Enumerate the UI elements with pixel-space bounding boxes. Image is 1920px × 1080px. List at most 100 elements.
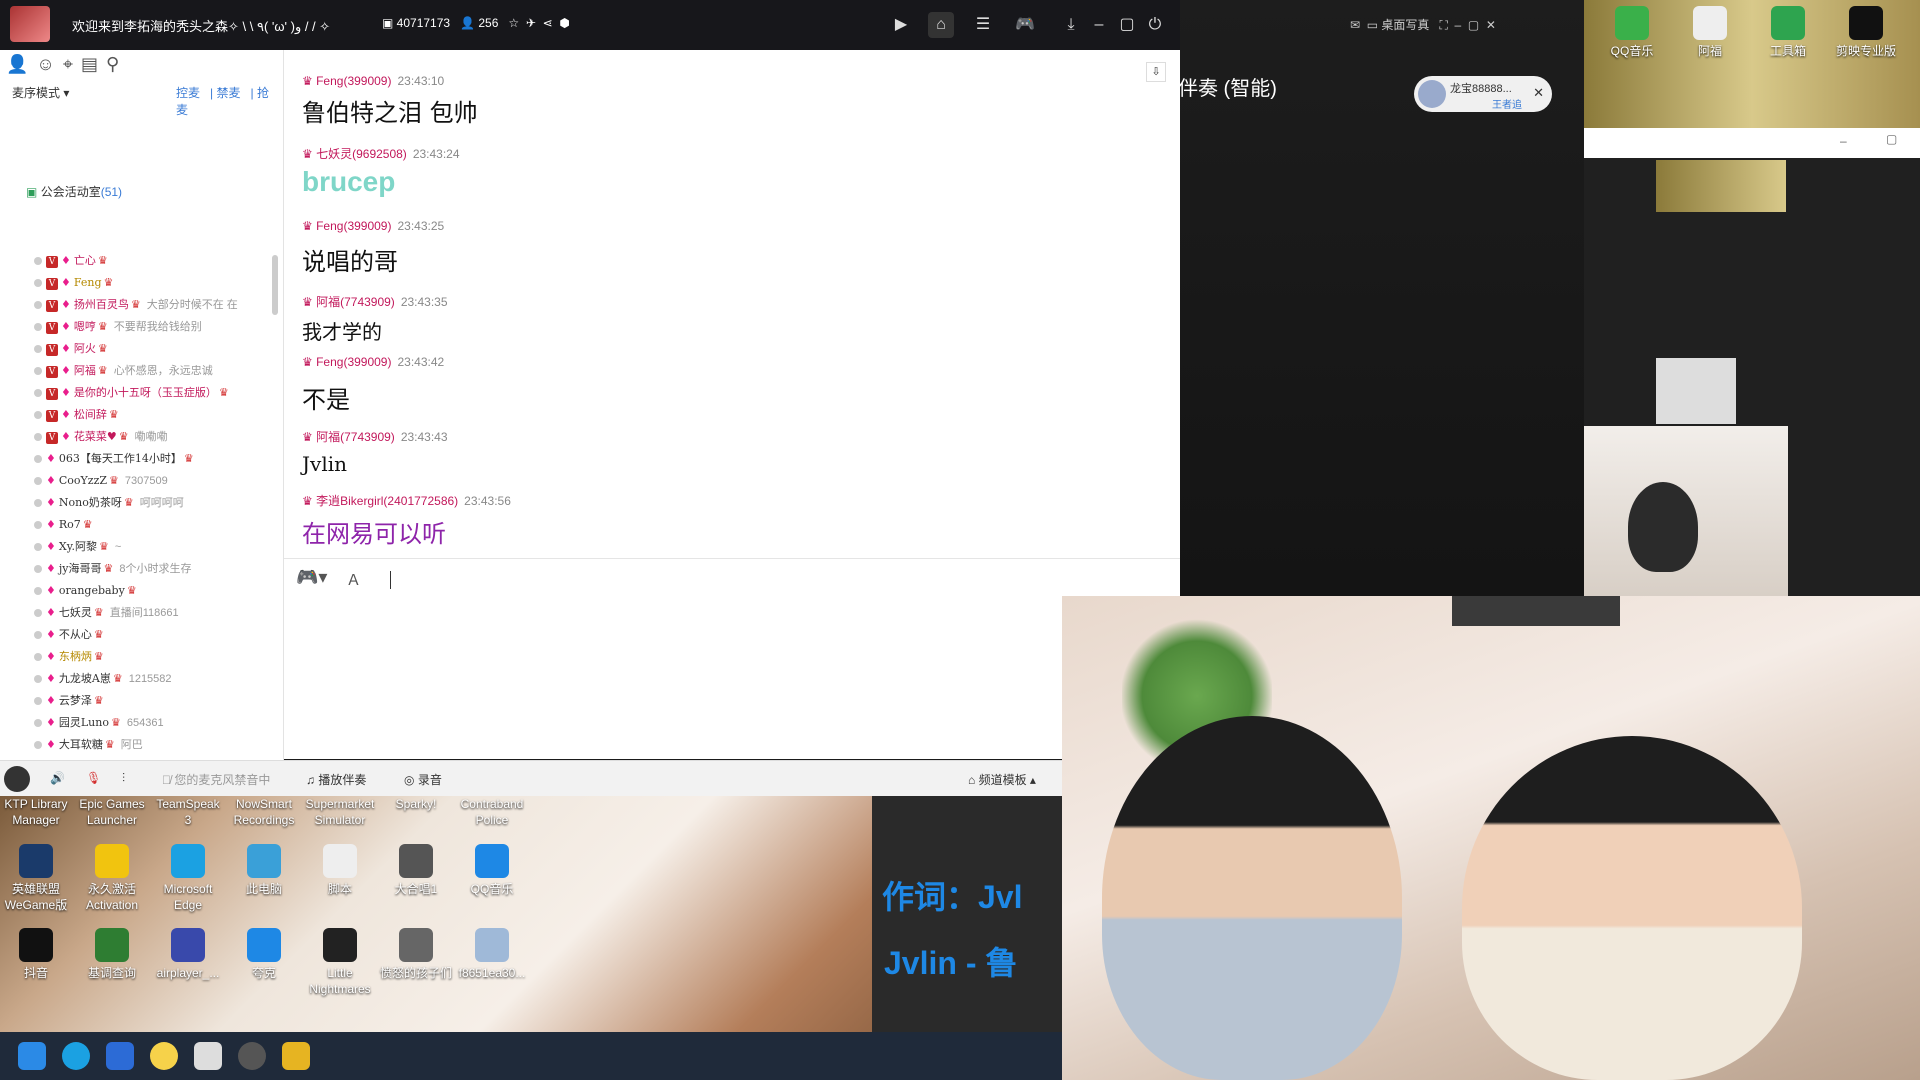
desktop-shortcut[interactable]: 脚本 [304,844,376,897]
member-row[interactable]: V ♦ 花菜菜♥ ♛ 嘞嘞嘞 [34,427,168,447]
location-icon[interactable]: ⌖ [63,54,81,74]
play-accompany-button[interactable]: ♫ 播放伴奏 [306,771,366,788]
kugou-icon[interactable] [106,1042,134,1070]
chat-username[interactable]: Feng(399009) [316,219,391,233]
chat-username[interactable]: 李逍Bikergirl(2401772586) [316,494,458,508]
member-row[interactable]: ♦ 大耳软糖 ♛ 阿巴 [34,735,143,755]
desktop-shortcut[interactable]: airplayer_... [152,928,224,981]
chat-username[interactable]: 七妖灵(9692508) [316,147,407,161]
member-row[interactable]: V ♦ 是你的小十五呀（玉玉症版） ♛ [34,383,235,403]
yy-icon[interactable] [282,1042,310,1070]
user-icon[interactable]: 👤 [6,54,36,74]
member-row[interactable]: ♦ Xy.阿黎 ♛ ~ [34,537,121,557]
member-row[interactable]: ♦ 七妖灵 ♛ 直播间118661 [34,603,179,623]
fullscreen-icon[interactable]: ⛶ [1439,18,1447,32]
chat-icon[interactable]: ☺ [36,54,62,74]
home-icon[interactable]: ⌂ [928,12,954,38]
obs-icon[interactable] [238,1042,266,1070]
member-row[interactable]: ♦ Ro7 ♛ [34,515,99,535]
mic-muted-icon[interactable]: 🎙 [86,771,101,785]
member-row[interactable]: V ♦ 亡心 ♛ [34,251,114,271]
maximize-icon[interactable]: ▢ [1114,12,1140,38]
shield-icon[interactable]: ⬢ [559,16,569,30]
avatar[interactable] [4,766,30,792]
minimize-icon[interactable]: – [1840,134,1847,148]
desktop-shortcut[interactable]: 抖音 [0,928,72,981]
desktop-shortcut[interactable]: TeamSpeak 3 [152,796,224,828]
desktop-record-label[interactable]: 桌面写真 [1381,18,1429,32]
lyrics-window[interactable]: 作词：Jvl Jvlin - 鲁 [872,796,1062,1032]
notes-icon[interactable]: ▤ [81,54,106,74]
member-row[interactable]: V ♦ 阿福 ♛ 心怀感恩，永远忠诚 [34,361,213,381]
desktop-shortcut[interactable]: 夸克 [228,928,300,981]
ban-mic-link[interactable]: 禁麦 [216,86,240,100]
share-icon[interactable]: ⋖ [543,16,553,30]
desktop-shortcut[interactable]: 永久激活 Activation [76,844,148,913]
close-icon[interactable]: ✕ [1486,18,1496,32]
minimize-icon[interactable]: – [1455,18,1462,32]
steam-icon[interactable] [194,1042,222,1070]
maximize-icon[interactable]: ▢ [1886,132,1897,146]
minimize-icon[interactable]: – [1086,12,1112,38]
emoji-icon[interactable]: 🎮▾ [296,567,327,588]
search-icon[interactable]: ⚲ [106,54,127,74]
scroll-down-icon[interactable]: ⇩ [1146,62,1166,82]
channel-template-button[interactable]: ⌂ 频道模板 ▴ [968,771,1036,788]
member-row[interactable]: ♦ 九龙坡A崽 ♛ 1215582 [34,669,172,689]
chat-username[interactable]: 阿福(7743909) [316,295,395,309]
edge-icon[interactable] [62,1042,90,1070]
member-row[interactable]: ♦ Nono奶茶呀 ♛ 呵呵呵呵 [34,493,184,513]
record-button[interactable]: ◎ 录音 [404,771,442,788]
chat-input-area[interactable]: 🎮▾ Ａ ↵ [284,558,1180,759]
desktop-shortcut[interactable]: 英雄联盟WeGame版 [0,844,72,913]
maximize-icon[interactable]: ▢ [1468,18,1479,32]
desktop-shortcut[interactable]: KTP Library Manager [0,796,72,828]
app-icon[interactable] [150,1042,178,1070]
desktop-shortcut[interactable]: Sparky! [380,796,452,812]
user-popup[interactable]: 龙宝88888... 王者追 ✕ [1414,76,1552,112]
scrollbar[interactable] [272,255,278,315]
desktop-shortcut[interactable]: Microsoft Edge [152,844,224,913]
chat-username[interactable]: Feng(399009) [316,355,391,369]
member-row[interactable]: ♦ orangebaby ♛ [34,581,143,601]
desktop-shortcut[interactable]: Contraband Police [456,796,528,828]
control-mic-link[interactable]: 控麦 [176,86,200,100]
desktop-shortcut[interactable]: 阿福 [1674,6,1746,59]
power-icon[interactable]: ⏻ [1142,12,1168,38]
desktop-shortcut[interactable]: 工具箱 [1752,6,1824,59]
chat-username[interactable]: Feng(399009) [316,74,391,88]
desktop-shortcut[interactable]: QQ音乐 [456,844,528,897]
member-row[interactable]: ♦ 园灵Luno ♛ 654361 [34,713,164,733]
desktop-shortcut[interactable]: Little Nightmares [304,928,376,997]
chat-username[interactable]: 阿福(7743909) [316,430,395,444]
desktop-shortcut[interactable]: Supermarket Simulator [304,796,376,828]
desktop-shortcut[interactable]: 愤怒的孩子们 [380,928,452,981]
channel-header[interactable]: ▣ 公会活动室(51) [26,183,122,200]
mode-select[interactable]: 麦序模式 ▾ [12,84,69,101]
desktop-shortcut[interactable]: f8651ea30... [456,928,528,981]
desktop-shortcut[interactable]: 大合唱1 [380,844,452,897]
download-icon[interactable]: ⤓ [1058,12,1084,38]
font-style-icon[interactable]: Ａ [346,569,361,590]
list-icon[interactable]: ☰ [970,12,996,38]
desktop-shortcut[interactable]: NowSmart Recordings [228,796,300,828]
member-row[interactable]: ♦ 不从心 ♛ [34,625,110,645]
member-row[interactable]: ♦ CooYzzZ ♛ 7307509 [34,471,168,491]
star-icon[interactable]: ☆ [508,16,519,30]
close-icon[interactable]: ✕ [1533,85,1544,101]
member-row[interactable]: ♦ jy海哥哥 ♛ 8个小时求生存 [34,559,192,579]
video-icon[interactable]: ▶ [888,12,914,38]
member-row[interactable]: V ♦ 嗯哼 ♛ 不要帮我给钱给别 [34,317,202,337]
desktop-shortcut[interactable]: Epic Games Launcher [76,796,148,828]
desktop-shortcut[interactable]: QQ音乐 [1596,6,1668,59]
member-row[interactable]: ♦ 东柄炳 ♛ [34,647,110,667]
monitor-icon[interactable]: ▭ [1367,18,1382,32]
member-row[interactable]: ♦ 云梦泽 ♛ [34,691,110,711]
mixer-icon[interactable]: ⫶ [122,771,125,786]
member-row[interactable]: V ♦ 松间辞 ♛ [34,405,125,425]
member-row[interactable]: V ♦ Feng ♛ [34,273,119,293]
gamepad-icon[interactable]: 🎮 [1012,12,1038,38]
desktop-shortcut[interactable]: 剪映专业版 [1830,6,1902,59]
start-icon[interactable] [18,1042,46,1070]
member-row[interactable]: V ♦ 阿火 ♛ [34,339,114,359]
